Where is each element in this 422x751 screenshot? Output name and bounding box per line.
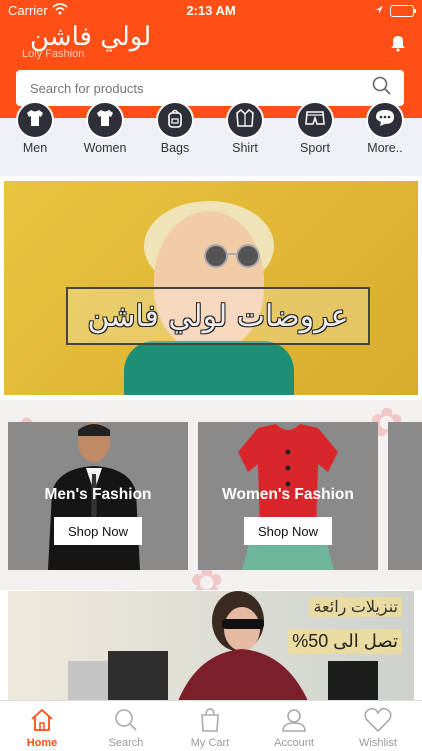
banner-text: عروضات لولي فاشن <box>87 298 349 334</box>
status-bar: Carrier 2:13 AM <box>0 0 422 22</box>
shop-now-button[interactable]: Shop Now <box>54 517 142 545</box>
search-icon <box>113 709 139 737</box>
tab-bar: Home Search My Cart Account Wishlist <box>0 700 422 751</box>
heart-icon <box>364 707 392 737</box>
category-label: Sport <box>300 141 330 155</box>
sale-text-line1: تنزيلات رائعة <box>309 597 402 617</box>
shorts-icon <box>305 110 325 131</box>
tab-label: Home <box>26 737 58 749</box>
tab-label: Wishlist <box>359 737 397 749</box>
category-label: Men <box>22 141 48 155</box>
sale-text-line2: تصل الى 50% <box>288 629 402 654</box>
location-icon <box>374 3 384 18</box>
category-label: Bags <box>160 141 190 155</box>
bell-icon[interactable] <box>388 32 408 52</box>
shirt-icon <box>235 108 255 132</box>
backpack-icon <box>166 108 184 133</box>
tab-home[interactable]: Home <box>0 701 84 749</box>
clock: 2:13 AM <box>186 3 236 18</box>
tab-label: Search <box>108 737 144 749</box>
category-shirt[interactable]: Shirt <box>210 101 280 155</box>
category-label: More.. <box>367 141 403 155</box>
banner-caption: عروضات لولي فاشن <box>66 287 370 345</box>
tab-label: Account <box>274 737 314 749</box>
category-label: Women <box>83 141 127 155</box>
tab-label: My Cart <box>190 737 230 749</box>
cart-icon <box>197 708 223 737</box>
category-men[interactable]: Men <box>0 101 70 155</box>
category-more[interactable]: More.. <box>350 101 420 155</box>
sale-banner[interactable]: تنزيلات رائعة تصل الى 50% <box>8 591 414 701</box>
search-input[interactable] <box>28 79 352 97</box>
tshirt-icon <box>95 109 115 132</box>
category-bags[interactable]: Bags <box>140 101 210 155</box>
more-icon <box>375 109 395 132</box>
battery-icon <box>390 4 416 17</box>
promo-banner[interactable]: عروضات لولي فاشن <box>4 181 418 395</box>
tab-account[interactable]: Account <box>252 701 336 749</box>
tab-my-cart[interactable]: My Cart <box>168 701 252 749</box>
category-label: Shirt <box>232 141 258 155</box>
tshirt-icon <box>25 109 45 132</box>
card-title: Women's Fashion <box>222 486 354 503</box>
category-women[interactable]: Women <box>70 101 140 155</box>
shop-now-button[interactable]: Shop Now <box>244 517 332 545</box>
account-icon <box>281 709 307 737</box>
mens-fashion-card[interactable]: Men's Fashion Shop Now <box>8 422 188 570</box>
next-card-peek[interactable] <box>388 422 422 570</box>
sunglasses-graphic <box>204 244 260 268</box>
category-sport[interactable]: Sport <box>280 101 350 155</box>
home-icon <box>29 708 55 737</box>
womens-fashion-card[interactable]: Women's Fashion Shop Now <box>198 422 378 570</box>
tab-search[interactable]: Search <box>84 701 168 749</box>
search-icon[interactable] <box>372 76 392 101</box>
card-title: Men's Fashion <box>44 486 152 503</box>
tab-wishlist[interactable]: Wishlist <box>336 701 420 749</box>
logo-english: Loly Fashion <box>22 48 85 60</box>
